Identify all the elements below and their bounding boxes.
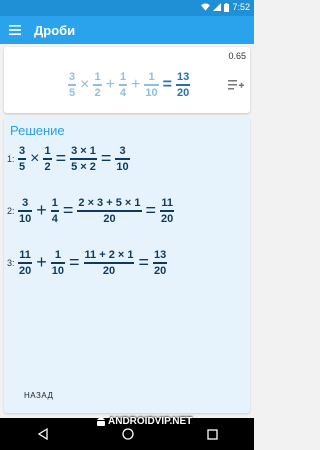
- fraction: 11 + 2 × 1 20: [83, 249, 135, 277]
- back-button[interactable]: НАЗАД: [24, 391, 53, 400]
- decimal-result: 0.65: [228, 51, 246, 61]
- fraction: 35: [68, 71, 77, 99]
- fraction: 12: [43, 145, 52, 173]
- fraction: 14: [118, 71, 128, 99]
- solution-step: 2: 3 10 + 14 = 2 × 3 + 5 × 1 20 = 11 20: [7, 197, 176, 225]
- wifi-icon: [201, 3, 211, 11]
- app-bar: Дроби: [0, 16, 254, 44]
- solution-title: Решение: [10, 123, 65, 138]
- nav-back-icon[interactable]: [37, 428, 49, 440]
- operator: +: [105, 76, 115, 93]
- watermark-text: ANDROIDVIP.NET: [108, 415, 193, 427]
- add-list-icon[interactable]: [228, 79, 244, 91]
- fraction: 3 10: [115, 145, 130, 173]
- menu-button[interactable]: [0, 16, 30, 44]
- fraction: 35: [18, 145, 27, 173]
- menu-icon: [9, 25, 21, 35]
- signal-icon: [213, 3, 222, 11]
- android-logo-icon: [97, 417, 105, 426]
- fraction: 3 × 15 × 2: [70, 145, 97, 173]
- operator: +: [36, 252, 47, 273]
- app-title: Дроби: [34, 22, 76, 38]
- expression: 35 × 12 + 14 + 1 10 = 13 20: [66, 67, 192, 103]
- operator: ×: [30, 149, 40, 167]
- fraction: 3 10: [18, 197, 33, 225]
- operator: +: [131, 76, 141, 93]
- nav-recents-icon[interactable]: [206, 428, 218, 440]
- operator-equals: =: [138, 252, 149, 273]
- operator: +: [36, 200, 47, 221]
- status-time: 7:52: [232, 2, 250, 12]
- step-number: 2:: [7, 205, 15, 216]
- operator-equals: =: [145, 200, 157, 221]
- fraction: 13 20: [152, 249, 168, 277]
- step-number: 3:: [7, 257, 15, 268]
- fraction: 2 × 3 + 5 × 1 20: [77, 197, 142, 225]
- step-number: 1:: [7, 153, 15, 164]
- fraction: 1 10: [144, 71, 159, 99]
- nav-home-icon[interactable]: [121, 428, 134, 440]
- operator-equals: =: [69, 252, 80, 273]
- operator-equals: =: [162, 76, 172, 93]
- status-bar: 7:52: [0, 0, 254, 16]
- status-icons: 7:52: [201, 2, 250, 12]
- operator-equals: =: [55, 148, 67, 169]
- solution-panel: Решение 1: 35 × 12 = 3 × 15 × 2 = 3 10 2:…: [4, 117, 250, 413]
- operator-equals: =: [62, 200, 74, 221]
- operator-equals: =: [100, 148, 112, 169]
- fraction: 14: [50, 197, 59, 225]
- fraction: 11 20: [18, 249, 33, 277]
- operator: ×: [80, 76, 90, 93]
- battery-icon: [224, 2, 230, 12]
- fraction: 1 10: [50, 249, 66, 277]
- expression-input[interactable]: 0.65 35 × 12 + 14 + 1 10 = 13 20: [4, 47, 250, 113]
- watermark: ANDROIDVIP.NET: [94, 414, 192, 428]
- fraction: 12: [93, 71, 102, 99]
- solution-step: 3: 11 20 + 1 10 = 11 + 2 × 1 20 = 13 20: [7, 249, 169, 277]
- fraction-result: 13 20: [176, 71, 191, 99]
- fraction: 11 20: [160, 197, 175, 225]
- solution-step: 1: 35 × 12 = 3 × 15 × 2 = 3 10: [7, 145, 132, 173]
